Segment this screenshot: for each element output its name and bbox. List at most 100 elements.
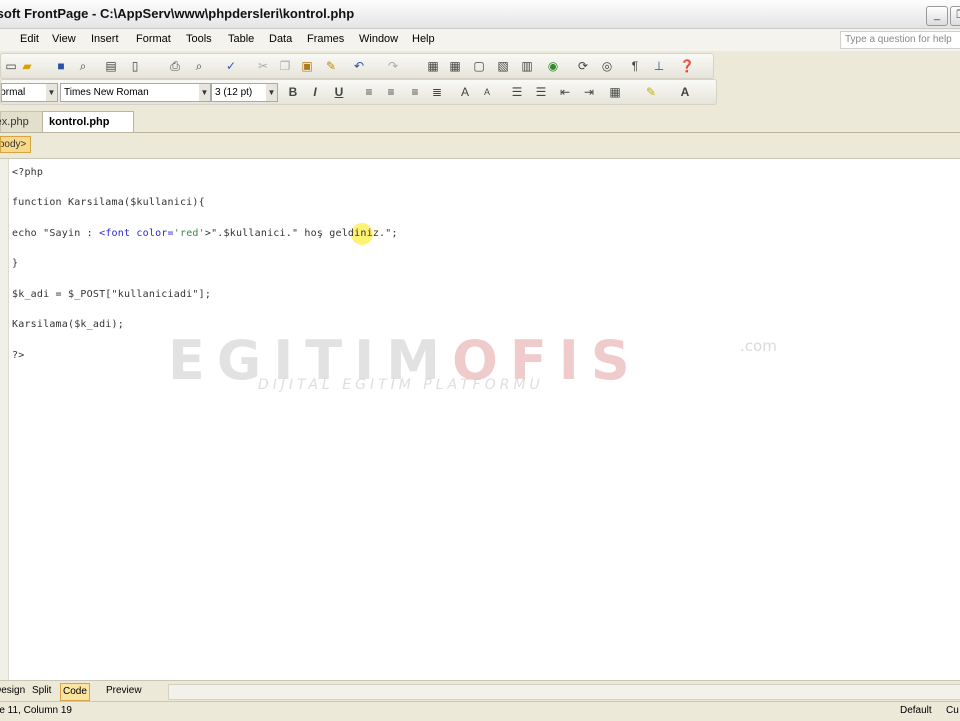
menu-format[interactable]: Format — [136, 33, 171, 45]
web-component-icon[interactable]: ▦ — [425, 58, 441, 74]
border-icon[interactable]: ▦ — [607, 84, 623, 100]
cut-icon: ✂ — [257, 59, 269, 73]
tab-index-php[interactable]: index.php — [0, 111, 47, 132]
menu-tools[interactable]: Tools — [186, 33, 212, 45]
font-value: Times New Roman — [64, 87, 149, 98]
refresh-icon[interactable]: ⟳ — [575, 58, 591, 74]
menu-insert[interactable]: Insert — [91, 33, 119, 45]
new-page-icon[interactable]: ▭ — [3, 58, 19, 74]
chevron-down-icon: ▼ — [46, 84, 57, 101]
code-text: >".$kullanici." hoş geldiniz."; — [204, 228, 398, 239]
code-text: echo "Sayin : — [12, 228, 100, 239]
publish-icon[interactable]: ▤ — [103, 58, 119, 74]
italic-icon[interactable]: I — [307, 84, 323, 100]
window-title: Microsoft FrontPage - C:\AppServ\www\php… — [0, 6, 355, 21]
quick-tag-label: <body> — [1, 139, 27, 150]
numbering-icon[interactable]: ☰ — [509, 84, 525, 100]
print-icon[interactable]: ⎙ — [167, 58, 183, 74]
tab-kontrol-php[interactable]: kontrol.php — [42, 111, 134, 132]
font-size-value: 3 (12 pt) — [215, 87, 253, 98]
watermark-tagline: DIJITAL EGITIM PLATFORMU — [258, 377, 544, 393]
format-painter-icon[interactable]: ✎ — [323, 58, 339, 74]
split-view-button[interactable]: Split — [30, 683, 53, 699]
help-icon[interactable]: ❓ — [679, 58, 695, 74]
increase-indent-icon[interactable]: ⇥ — [581, 84, 597, 100]
undo-icon[interactable]: ↶ — [351, 58, 367, 74]
tab-label: kontrol.php — [49, 116, 110, 128]
status-bar: Line 11, Column 19 Default Cu — [0, 701, 960, 721]
horizontal-scrollbar[interactable] — [168, 684, 960, 700]
title-bar: Microsoft FrontPage - C:\AppServ\www\php… — [0, 0, 960, 29]
decrease-indent-icon[interactable]: ⇤ — [557, 84, 573, 100]
style-dropdown[interactable]: Normal ▼ — [1, 83, 58, 102]
paste-icon[interactable]: ▣ — [299, 58, 315, 74]
code-snippet-icon[interactable]: ⊥ — [651, 58, 667, 74]
menu-data[interactable]: Data — [269, 33, 292, 45]
menu-frames[interactable]: Frames — [307, 33, 344, 45]
show-all-icon[interactable]: ¶ — [627, 58, 643, 74]
code-line: <?php — [12, 167, 44, 178]
code-editor[interactable]: EGITIMOFIS .com DIJITAL EGITIM PLATFORMU… — [0, 158, 960, 681]
document-tabs: index.php kontrol.php — [0, 106, 960, 133]
font-size-dropdown[interactable]: 3 (12 pt) ▼ — [211, 83, 278, 102]
redo-icon: ↷ — [387, 59, 399, 73]
restore-button[interactable]: ❐ — [950, 6, 960, 26]
menu-help[interactable]: Help — [412, 33, 435, 45]
code-view-button[interactable]: Code — [60, 683, 90, 701]
print-preview-icon[interactable]: ⌕ — [191, 58, 207, 74]
code-attr: color= — [136, 228, 174, 239]
font-color-icon[interactable]: A — [677, 84, 693, 100]
insert-layer-icon[interactable]: ▢ — [471, 58, 487, 74]
underline-icon[interactable]: U — [331, 84, 347, 100]
tab-label: index.php — [0, 116, 29, 128]
increase-font-icon[interactable]: A — [457, 84, 473, 100]
code-tag: <font — [99, 228, 137, 239]
chevron-down-icon: ▼ — [266, 84, 277, 101]
preview-view-button[interactable]: Preview — [104, 683, 144, 699]
cursor-position: Line 11, Column 19 — [0, 705, 72, 716]
line-gutter — [0, 159, 9, 681]
watermark-tld: .com — [740, 337, 777, 355]
help-search-input[interactable]: Type a question for help — [840, 31, 960, 49]
highlight-icon[interactable]: ✎ — [643, 84, 659, 100]
quick-tag-body[interactable]: <body> — [0, 136, 31, 153]
code-line: ?> — [12, 350, 25, 361]
align-center-icon[interactable]: ≡ — [383, 84, 399, 100]
code-line: Karsilama($k_adi); — [12, 319, 124, 330]
save-icon[interactable]: ■ — [53, 58, 69, 74]
open-folder-icon[interactable]: ▰ — [19, 58, 35, 74]
menu-view[interactable]: View — [52, 33, 76, 45]
code-line: echo "Sayin : <font color='red'>".$kulla… — [12, 228, 398, 239]
spelling-icon[interactable]: ✓ — [223, 58, 239, 74]
align-left-icon[interactable]: ≡ — [361, 84, 377, 100]
stop-icon[interactable]: ◎ — [599, 58, 615, 74]
insert-picture-icon[interactable]: ▧ — [495, 58, 511, 74]
view-bar: Design Split Code Preview — [0, 680, 960, 701]
style-value: Normal — [1, 87, 26, 98]
status-mode: Default — [900, 705, 932, 716]
minimize-button[interactable]: _ — [926, 6, 948, 26]
search-icon[interactable]: ⌕ — [75, 58, 91, 74]
font-dropdown[interactable]: Times New Roman ▼ — [60, 83, 211, 102]
bullets-icon[interactable]: ☰ — [533, 84, 549, 100]
decrease-font-icon[interactable]: A — [479, 84, 495, 100]
menu-table[interactable]: Table — [228, 33, 254, 45]
chevron-down-icon: ▼ — [199, 84, 210, 101]
menu-bar: Edit View Insert Format Tools Table Data… — [0, 29, 960, 51]
code-line: } — [12, 258, 19, 269]
code-line: $k_adi = $_POST["kullaniciadi"]; — [12, 289, 212, 300]
insert-table-icon[interactable]: ▦ — [447, 58, 463, 74]
status-extra: Cu — [946, 705, 959, 716]
code-line: function Karsilama($kullanici){ — [12, 197, 205, 208]
code-attr-value: 'red' — [173, 228, 205, 239]
justify-icon[interactable]: ≣ — [429, 84, 445, 100]
align-right-icon[interactable]: ≡ — [407, 84, 423, 100]
menu-edit[interactable]: Edit — [20, 33, 39, 45]
formatting-toolbar: Normal ▼ Times New Roman ▼ 3 (12 pt) ▼ B… — [0, 79, 717, 105]
drawing-icon[interactable]: ▥ — [519, 58, 535, 74]
bold-icon[interactable]: B — [285, 84, 301, 100]
page-icon[interactable]: ▯ — [127, 58, 143, 74]
design-view-button[interactable]: Design — [0, 683, 27, 699]
menu-window[interactable]: Window — [359, 33, 398, 45]
hyperlink-icon[interactable]: ◉ — [545, 58, 561, 74]
